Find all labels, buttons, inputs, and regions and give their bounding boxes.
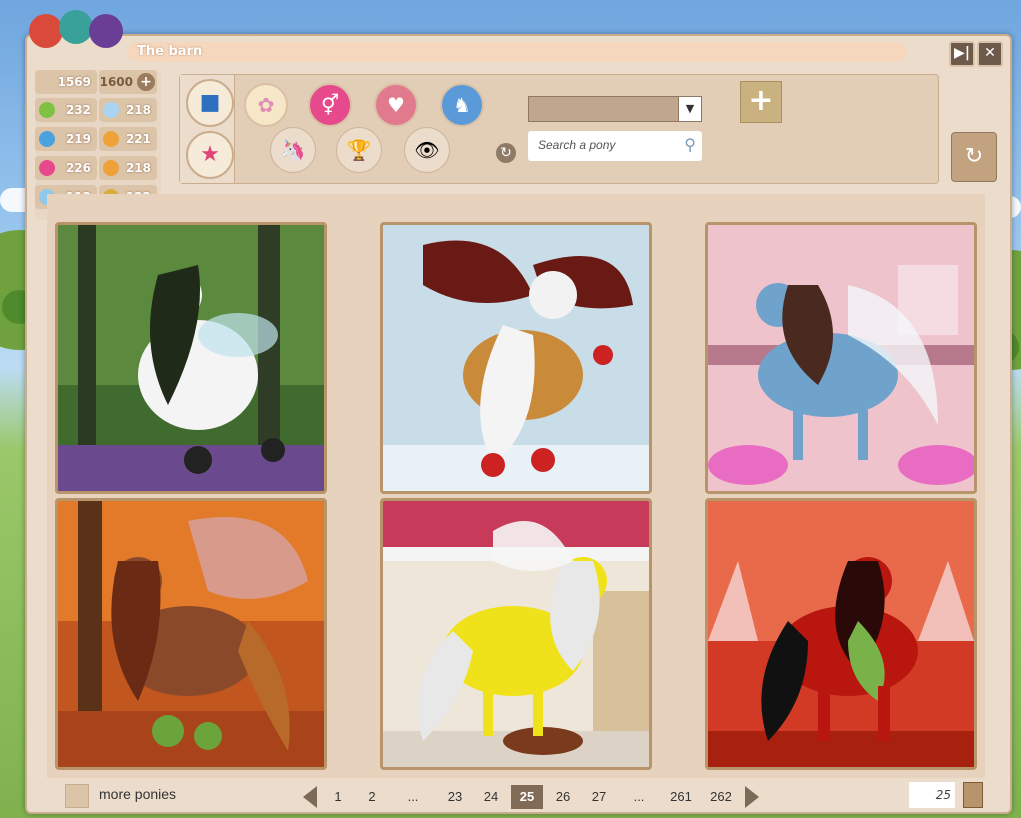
page-link[interactable]: 26 [547, 785, 579, 809]
pony-card[interactable] [380, 222, 652, 494]
more-ponies-checkbox[interactable] [65, 784, 89, 808]
couple-filter-icon[interactable]: ♞ [440, 83, 484, 127]
stat-apple: 232 [35, 98, 97, 122]
pagination-bar: more ponies 1 2 ... 23 24 25 26 27 ... 2… [27, 778, 1010, 812]
add-currency-button[interactable]: + [137, 73, 155, 91]
per-page-input[interactable]: 25 [909, 782, 955, 808]
color-filter-icon[interactable]: ✿ [244, 83, 288, 127]
current-page[interactable]: 25 [511, 785, 543, 809]
refresh-icon[interactable]: ↻ [496, 143, 516, 163]
title-bar: The barn [127, 42, 907, 62]
page-ellipsis: ... [407, 789, 419, 804]
trophy-dropdown-icon[interactable]: 🏆 [336, 127, 382, 173]
search-input[interactable]: Search a pony ⚲ [528, 131, 702, 161]
next-page-icon[interactable] [745, 786, 759, 808]
cloud-icon [103, 102, 119, 118]
page-ellipsis: ... [633, 789, 645, 804]
chevron-down-icon[interactable]: ▼ [678, 97, 701, 121]
page-link[interactable]: 27 [583, 785, 615, 809]
add-filter-button[interactable]: + [740, 81, 782, 123]
pony-card[interactable] [380, 498, 652, 770]
flame-icon [103, 131, 119, 147]
pony-card[interactable] [705, 498, 977, 770]
stat-paw: 218 [99, 156, 157, 180]
paw-icon [103, 160, 119, 176]
pony-card[interactable] [55, 222, 327, 494]
close-icon[interactable]: ✕ [977, 41, 1003, 67]
skip-icon[interactable]: ▶| [949, 41, 975, 67]
page-link[interactable]: 23 [439, 785, 471, 809]
filter-panel: ■ ★ ✿ ⚥ ♥ ♞ 🦄 🏆 👁 ↻ ▼ Search a pony ⚲ + [179, 74, 939, 184]
page-link[interactable]: 24 [475, 785, 507, 809]
drops-icon [39, 131, 55, 147]
search-placeholder: Search a pony [538, 138, 616, 152]
pony-card[interactable] [705, 222, 977, 494]
unicorn-dropdown-icon[interactable]: 🦄 [270, 127, 316, 173]
sort-select[interactable]: ▼ [528, 96, 702, 122]
favorites-tab-icon[interactable]: ★ [186, 131, 234, 179]
barn-window: The barn ▶| ✕ 1569 1600 + 232 218 219 22… [25, 10, 1012, 814]
stat-drops: 219 [35, 127, 97, 151]
previous-page-icon[interactable] [303, 786, 317, 808]
game-logo [27, 8, 127, 60]
folder-tabs: ■ ★ [180, 75, 235, 183]
page-link[interactable]: 1 [325, 785, 351, 809]
gender-filter-icon[interactable]: ⚥ [308, 83, 352, 127]
stat-flame: 221 [99, 127, 157, 151]
search-icon[interactable]: ⚲ [684, 135, 696, 154]
pony-card[interactable] [55, 498, 327, 770]
apple-icon [39, 102, 55, 118]
page-link[interactable]: 261 [663, 785, 699, 809]
stat-heart: 226 [35, 156, 97, 180]
trash-icon[interactable] [963, 782, 983, 808]
page-link[interactable]: 262 [703, 785, 739, 809]
breed-filter-icon[interactable]: ♥ [374, 83, 418, 127]
stat-cloud: 218 [99, 98, 157, 122]
eye-dropdown-icon[interactable]: 👁 [404, 127, 450, 173]
more-ponies-label: more ponies [99, 786, 177, 802]
stat-primary: 1569 [35, 70, 97, 94]
window-title: The barn [137, 44, 203, 59]
stat-secondary: 1600 + [99, 70, 157, 94]
move-pony-folder-icon[interactable]: ↻ [951, 132, 997, 182]
folder-tab-icon[interactable]: ■ [186, 79, 234, 127]
page-link[interactable]: 2 [359, 785, 385, 809]
heart-icon [39, 160, 55, 176]
